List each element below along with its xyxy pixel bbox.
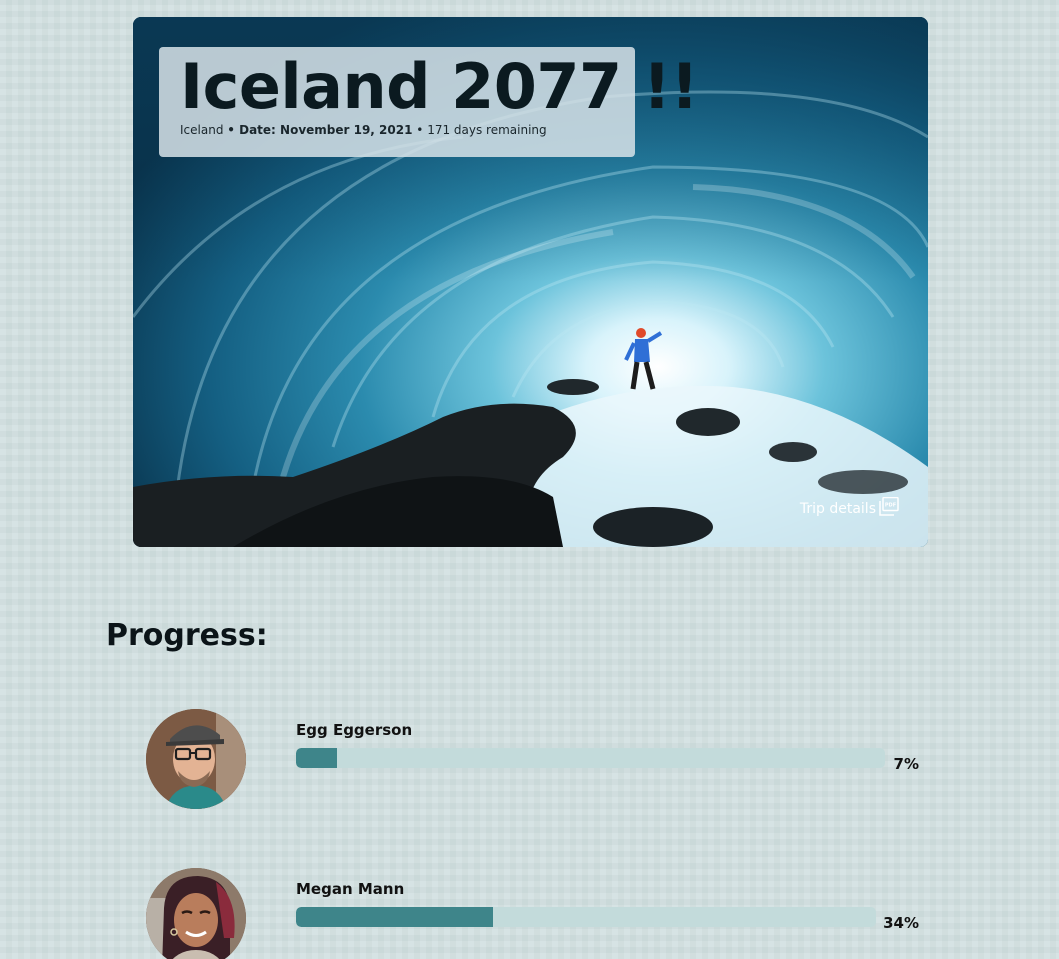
progress-bar-fill (296, 748, 338, 768)
pdf-icon: PDF (878, 496, 900, 517)
member-progress-row: Megan Mann 34% (146, 868, 926, 959)
progress-bar (296, 748, 885, 768)
trip-title-card: Iceland 2077 !! Iceland • Date: November… (159, 47, 699, 157)
member-name: Egg Eggerson (296, 721, 413, 739)
progress-percent: 7% (893, 755, 919, 773)
progress-bar-fill (296, 907, 494, 927)
trip-location: Iceland (180, 123, 224, 137)
trip-hero: Iceland 2077 !! Iceland • Date: November… (133, 17, 928, 547)
progress-heading: Progress: (106, 618, 268, 653)
trip-title: Iceland 2077 !! (180, 50, 699, 123)
progress-bar (296, 907, 876, 927)
trip-meta: Iceland • Date: November 19, 2021 • 171 … (180, 123, 547, 137)
progress-percent: 34% (883, 914, 919, 932)
avatar (146, 868, 246, 959)
member-progress-row: Egg Eggerson 7% (146, 709, 926, 809)
trip-details-link[interactable]: Trip details PDF (799, 496, 900, 517)
days-remaining: 171 days remaining (427, 123, 547, 137)
trip-date: Date: November 19, 2021 (239, 123, 413, 137)
avatar (146, 709, 246, 809)
svg-text:PDF: PDF (885, 503, 896, 509)
member-name: Megan Mann (296, 880, 405, 898)
trip-details-label: Trip details (799, 501, 876, 517)
